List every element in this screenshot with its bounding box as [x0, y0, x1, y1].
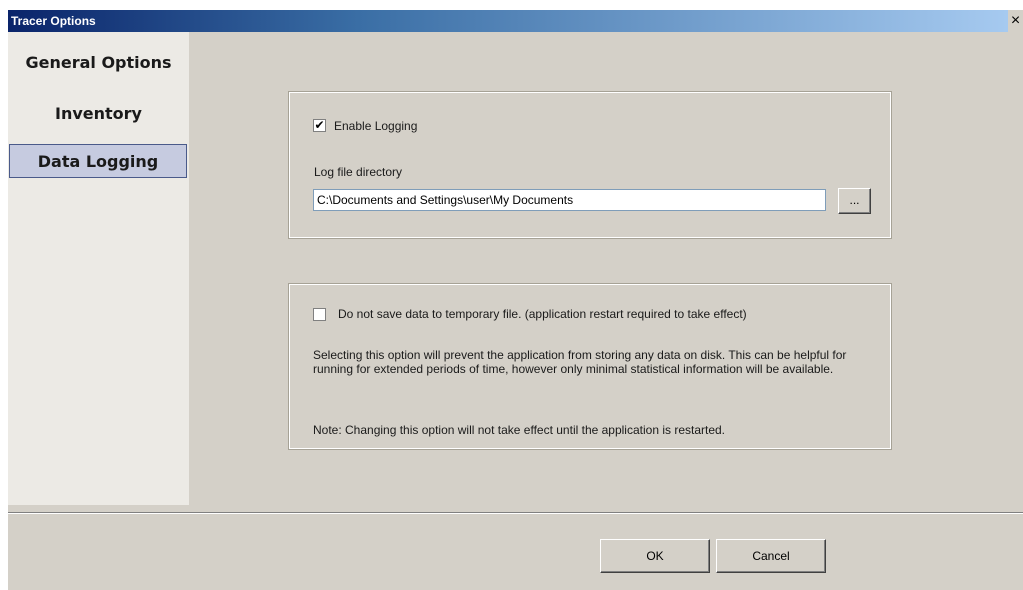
close-icon[interactable]: ×	[1008, 10, 1023, 32]
no-temp-file-checkbox[interactable]	[313, 308, 326, 321]
temp-file-note: Note: Changing this option will not take…	[313, 423, 726, 437]
ok-button[interactable]: OK	[600, 539, 710, 573]
window-title: Tracer Options	[11, 14, 96, 28]
enable-logging-checkbox[interactable]: ✔	[313, 119, 326, 132]
temp-file-group: Do not save data to temporary file. (app…	[288, 283, 892, 450]
cancel-button[interactable]: Cancel	[716, 539, 826, 573]
log-dir-input[interactable]: C:\Documents and Settings\user\My Docume…	[313, 189, 826, 211]
sidebar-item-inventory[interactable]: Inventory	[8, 97, 189, 131]
sidebar-item-data-logging[interactable]: Data Logging	[9, 144, 187, 178]
title-bar[interactable]: Tracer Options	[8, 10, 1008, 32]
no-temp-file-label: Do not save data to temporary file. (app…	[338, 307, 747, 321]
ellipsis-icon: ...	[849, 193, 860, 207]
check-icon: ✔	[314, 118, 325, 132]
sidebar-item-general-options[interactable]: General Options	[8, 46, 189, 80]
options-sidebar: General Options Inventory Data Logging	[8, 32, 189, 505]
log-dir-label: Log file directory	[314, 165, 403, 179]
enable-logging-label: Enable Logging	[334, 119, 418, 133]
tracer-options-dialog: Tracer Options × General Options Invento…	[8, 10, 1023, 590]
browse-button[interactable]: ...	[838, 188, 871, 214]
temp-file-description: Selecting this option will prevent the a…	[313, 348, 847, 376]
logging-group: ✔ Enable Logging Log file directory C:\D…	[288, 91, 892, 239]
footer: OK Cancel	[8, 514, 1023, 590]
